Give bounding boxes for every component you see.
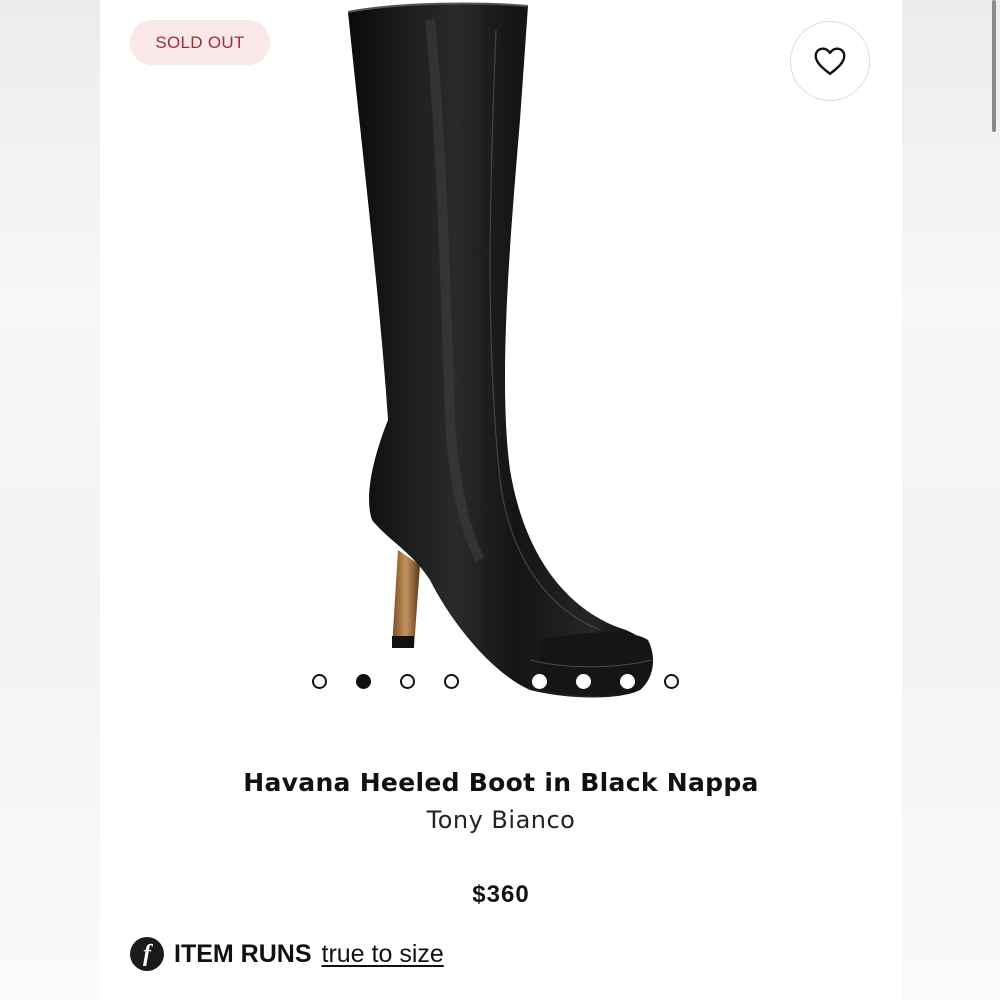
carousel-dot[interactable] (312, 674, 327, 689)
carousel-dot[interactable] (444, 674, 459, 689)
scrollbar-thumb[interactable] (992, 0, 996, 132)
carousel-dot[interactable] (400, 674, 415, 689)
carousel-dot[interactable] (576, 674, 591, 689)
carousel-dot[interactable] (356, 674, 371, 689)
right-backdrop (900, 0, 1000, 1000)
product-card: SOLD OUT Havana Heeled Boot in Black Nap… (100, 0, 996, 1000)
product-price: $360 (472, 881, 530, 908)
product-title[interactable]: Havana Heeled Boot in Black Nappa (100, 768, 902, 797)
carousel-dots (312, 673, 679, 689)
fit-logo-icon: f (130, 937, 164, 971)
carousel-dot[interactable] (620, 674, 635, 689)
sold-out-badge: SOLD OUT (130, 20, 270, 65)
left-backdrop (0, 0, 100, 1000)
product-image[interactable] (340, 0, 670, 705)
heart-icon (814, 47, 846, 75)
product-brand[interactable]: Tony Bianco (100, 806, 902, 834)
fit-info: f ITEM RUNS true to size (130, 936, 444, 972)
fit-value-link[interactable]: true to size (322, 940, 444, 969)
sold-out-label: SOLD OUT (155, 32, 245, 52)
carousel-dot[interactable] (664, 674, 679, 689)
favorite-button[interactable] (790, 21, 870, 101)
carousel-dot[interactable] (532, 674, 547, 689)
carousel-dot[interactable] (488, 674, 503, 689)
fit-label: ITEM RUNS (174, 939, 312, 968)
